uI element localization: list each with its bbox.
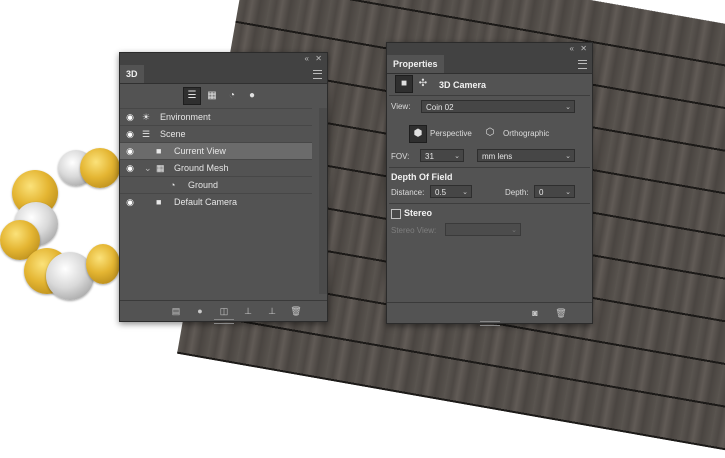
material-filter-icon[interactable]: ◔: [224, 88, 240, 104]
layer-label: Default Camera: [174, 197, 238, 207]
3d-panel-footer: ▤ ● ◫ ⊥ ⊥ 🗑: [120, 300, 327, 321]
mesh-filter-icon[interactable]: ▦: [204, 88, 220, 104]
stereo-checkbox[interactable]: [391, 209, 401, 219]
environment-icon: ☀: [142, 112, 151, 122]
panel-header-bar: « ✕: [120, 53, 327, 65]
depth-field[interactable]: 0 ⌄: [534, 185, 575, 198]
close-icon[interactable]: ✕: [315, 54, 322, 63]
material-icon: ◔: [170, 180, 176, 190]
layer-row-ground[interactable]: ◔ Ground: [120, 176, 312, 193]
close-icon[interactable]: ✕: [580, 44, 587, 53]
layer-row-ground-mesh[interactable]: ◉ ⌄ ▦ Ground Mesh: [120, 159, 312, 176]
chevron-down-icon: ⌄: [462, 189, 468, 196]
lens-select[interactable]: mm lens ⌄: [477, 149, 575, 162]
tab-3d[interactable]: 3D: [120, 65, 144, 83]
3d-panel: « ✕ 3D ☰ ▦ ◔ ● ◉ ☀ Environment ◉ ☰ Scene…: [119, 52, 328, 324]
scene-filter-icon[interactable]: ☰: [183, 87, 201, 105]
tab-bar: 3D: [120, 65, 327, 84]
layer-row-environment[interactable]: ◉ ☀ Environment: [120, 108, 312, 125]
ground-snap-icon[interactable]: ⊥: [266, 305, 278, 317]
coin-image: [86, 244, 120, 284]
eye-icon[interactable]: ◉: [123, 143, 137, 159]
scene-icon: ☰: [142, 129, 151, 139]
view-options-icon[interactable]: ◙: [529, 307, 541, 319]
chevron-down-icon: ⌄: [565, 104, 571, 111]
panel-menu-icon[interactable]: [578, 60, 587, 69]
add-light-icon[interactable]: ●: [194, 305, 206, 317]
coin-image: [80, 148, 120, 188]
layers-list: ◉ ☀ Environment ◉ ☰ Scene ◉ ■ Current Vi…: [120, 108, 327, 298]
perspective-icon[interactable]: ⬢: [409, 125, 427, 143]
eye-icon[interactable]: ◉: [123, 109, 137, 125]
stereo-label: Stereo: [404, 208, 433, 218]
layer-label: Ground Mesh: [174, 163, 229, 173]
layer-label: Current View: [174, 146, 226, 156]
layer-row-current-view[interactable]: ◉ ■ Current View: [120, 142, 312, 159]
layer-label: Ground: [188, 180, 219, 190]
layer-label: Scene: [160, 129, 186, 139]
fov-label: FOV:: [391, 152, 410, 161]
stereo-view-label: Stereo View:: [391, 226, 437, 235]
distance-label: Distance:: [391, 188, 425, 197]
eye-icon[interactable]: ◉: [123, 194, 137, 210]
layer-row-scene[interactable]: ◉ ☰ Scene: [120, 125, 312, 142]
chevron-down-icon[interactable]: ⌄: [144, 160, 152, 176]
eye-icon[interactable]: ◉: [123, 126, 137, 142]
chevron-down-icon: ⌄: [565, 189, 571, 196]
panel-header-bar: « ✕: [387, 43, 592, 55]
collapse-icon[interactable]: «: [305, 54, 309, 63]
ground-drop-icon[interactable]: ⊥: [242, 305, 254, 317]
chevron-down-icon: ⌄: [454, 153, 460, 160]
orthographic-icon[interactable]: ⬡: [482, 125, 498, 141]
depth-of-field-heading: Depth Of Field: [391, 172, 453, 182]
layer-row-default-camera[interactable]: ◉ ■ Default Camera: [120, 193, 312, 210]
light-filter-icon[interactable]: ●: [244, 88, 260, 104]
divider: [389, 203, 590, 204]
divider: [389, 167, 590, 168]
chevron-down-icon: ⌄: [511, 227, 517, 234]
view-label: View:: [391, 102, 411, 111]
fov-field[interactable]: 31 ⌄: [420, 149, 464, 162]
stereo-view-select[interactable]: ⌄: [445, 223, 521, 236]
mesh-icon: ▦: [156, 163, 165, 173]
panel-section-title: 3D Camera: [439, 80, 487, 90]
scrollbar[interactable]: [319, 108, 327, 294]
resize-handle[interactable]: [479, 321, 500, 326]
eye-icon[interactable]: ◉: [123, 160, 137, 176]
render-settings-icon[interactable]: ▤: [170, 305, 182, 317]
coordinates-icon[interactable]: ✣: [415, 76, 431, 92]
distance-field[interactable]: 0.5 ⌄: [430, 185, 472, 198]
trash-icon[interactable]: 🗑: [290, 305, 302, 317]
properties-panel: « ✕ Properties ■ ✣ 3D Camera View: Coin …: [386, 42, 593, 326]
collapse-icon[interactable]: «: [570, 44, 574, 53]
resize-handle[interactable]: [213, 319, 234, 324]
camera-icon: ■: [156, 146, 162, 156]
camera-icon[interactable]: ■: [395, 75, 413, 93]
tab-bar: Properties: [387, 55, 592, 74]
perspective-label[interactable]: Perspective: [430, 129, 472, 138]
new-object-icon[interactable]: ◫: [218, 305, 230, 317]
divider: [389, 95, 590, 96]
layer-label: Environment: [160, 112, 211, 122]
depth-label: Depth:: [505, 188, 529, 197]
tab-properties[interactable]: Properties: [387, 55, 444, 73]
orthographic-label[interactable]: Orthographic: [503, 129, 549, 138]
view-select[interactable]: Coin 02 ⌄: [421, 100, 575, 113]
properties-footer: ◙ 🗑: [387, 302, 592, 323]
camera-icon: ■: [156, 197, 162, 207]
chevron-down-icon: ⌄: [565, 153, 571, 160]
trash-icon[interactable]: 🗑: [555, 307, 567, 319]
panel-menu-icon[interactable]: [313, 70, 322, 79]
